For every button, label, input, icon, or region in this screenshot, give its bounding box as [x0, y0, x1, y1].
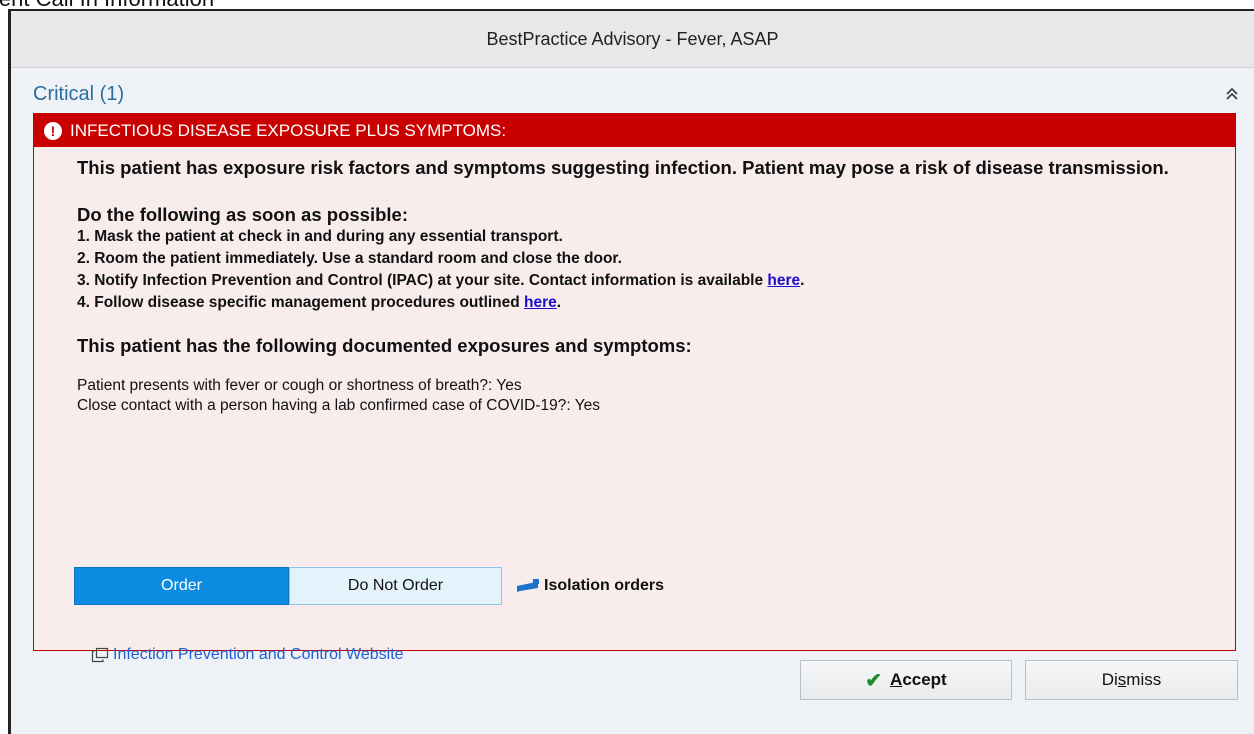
dismiss-button[interactable]: Dismiss	[1025, 660, 1238, 700]
alert-body: This patient has exposure risk factors a…	[34, 147, 1235, 416]
ipac-website-label: Infection Prevention and Control Website	[113, 646, 404, 663]
checkmark-icon: ✔	[865, 669, 883, 692]
advisory-content: Critical (1) ! INFECTIOUS DISEASE EXPOSU…	[11, 68, 1254, 734]
step-item: 2. Room the patient immediately. Use a s…	[77, 248, 1235, 270]
step-text-after: .	[556, 294, 562, 311]
advisory-window: BestPractice Advisory - Fever, ASAP Crit…	[8, 9, 1254, 734]
step-text-after: .	[800, 272, 805, 289]
isolation-orders-label: Isolation orders	[544, 577, 665, 594]
section-title: Critical (1)	[33, 82, 125, 105]
exclamation-icon: !	[44, 121, 62, 140]
ipac-website-link[interactable]: Infection Prevention and Control Website	[91, 646, 404, 664]
step-item: 3. Notify Infection Prevention and Contr…	[77, 270, 1235, 292]
critical-alert: ! INFECTIOUS DISEASE EXPOSURE PLUS SYMPT…	[33, 113, 1236, 663]
accept-label: Accept	[890, 670, 947, 689]
isolation-orders[interactable]: Isolation orders	[516, 577, 664, 595]
section-header: Critical (1)	[33, 80, 1242, 108]
exposure-item: Close contact with a person having a lab…	[77, 397, 600, 414]
alert-header: ! INFECTIOUS DISEASE EXPOSURE PLUS SYMPT…	[34, 114, 1235, 147]
order-button-row: Order Do Not Order Isolation orders	[74, 566, 664, 606]
ipac-contact-link[interactable]: here	[767, 272, 800, 289]
do-not-order-button[interactable]: Do Not Order	[289, 567, 502, 605]
step-text: 3. Notify Infection Prevention and Contr…	[77, 272, 768, 289]
step-text: 4. Follow disease specific management pr…	[77, 294, 525, 311]
alert-title: INFECTIOUS DISEASE EXPOSURE PLUS SYMPTOM…	[70, 120, 507, 140]
order-button[interactable]: Order	[74, 567, 289, 605]
procedures-link[interactable]: here	[524, 294, 557, 311]
step-item: 4. Follow disease specific management pr…	[77, 292, 1235, 314]
todo-heading: Do the following as soon as possible:	[77, 204, 408, 225]
step-text: 1. Mask the patient at check in and duri…	[77, 228, 563, 245]
accept-button[interactable]: ✔ Accept	[800, 660, 1012, 700]
steps-list: 1. Mask the patient at check in and duri…	[77, 226, 1235, 314]
step-text: 2. Room the patient immediately. Use a s…	[77, 250, 622, 267]
step-item: 1. Mask the patient at check in and duri…	[77, 226, 1235, 248]
window-titlebar: BestPractice Advisory - Fever, ASAP	[11, 11, 1254, 68]
exposures-heading: This patient has the following documente…	[77, 335, 692, 356]
external-window-icon	[91, 647, 109, 663]
collapse-up-icon[interactable]	[1222, 84, 1242, 104]
alert-intro: This patient has exposure risk factors a…	[77, 157, 1169, 178]
bed-icon	[517, 579, 539, 592]
window-title: BestPractice Advisory - Fever, ASAP	[486, 28, 779, 49]
exposure-item: Patient presents with fever or cough or …	[77, 377, 522, 394]
dismiss-label: Dismiss	[1101, 670, 1162, 689]
